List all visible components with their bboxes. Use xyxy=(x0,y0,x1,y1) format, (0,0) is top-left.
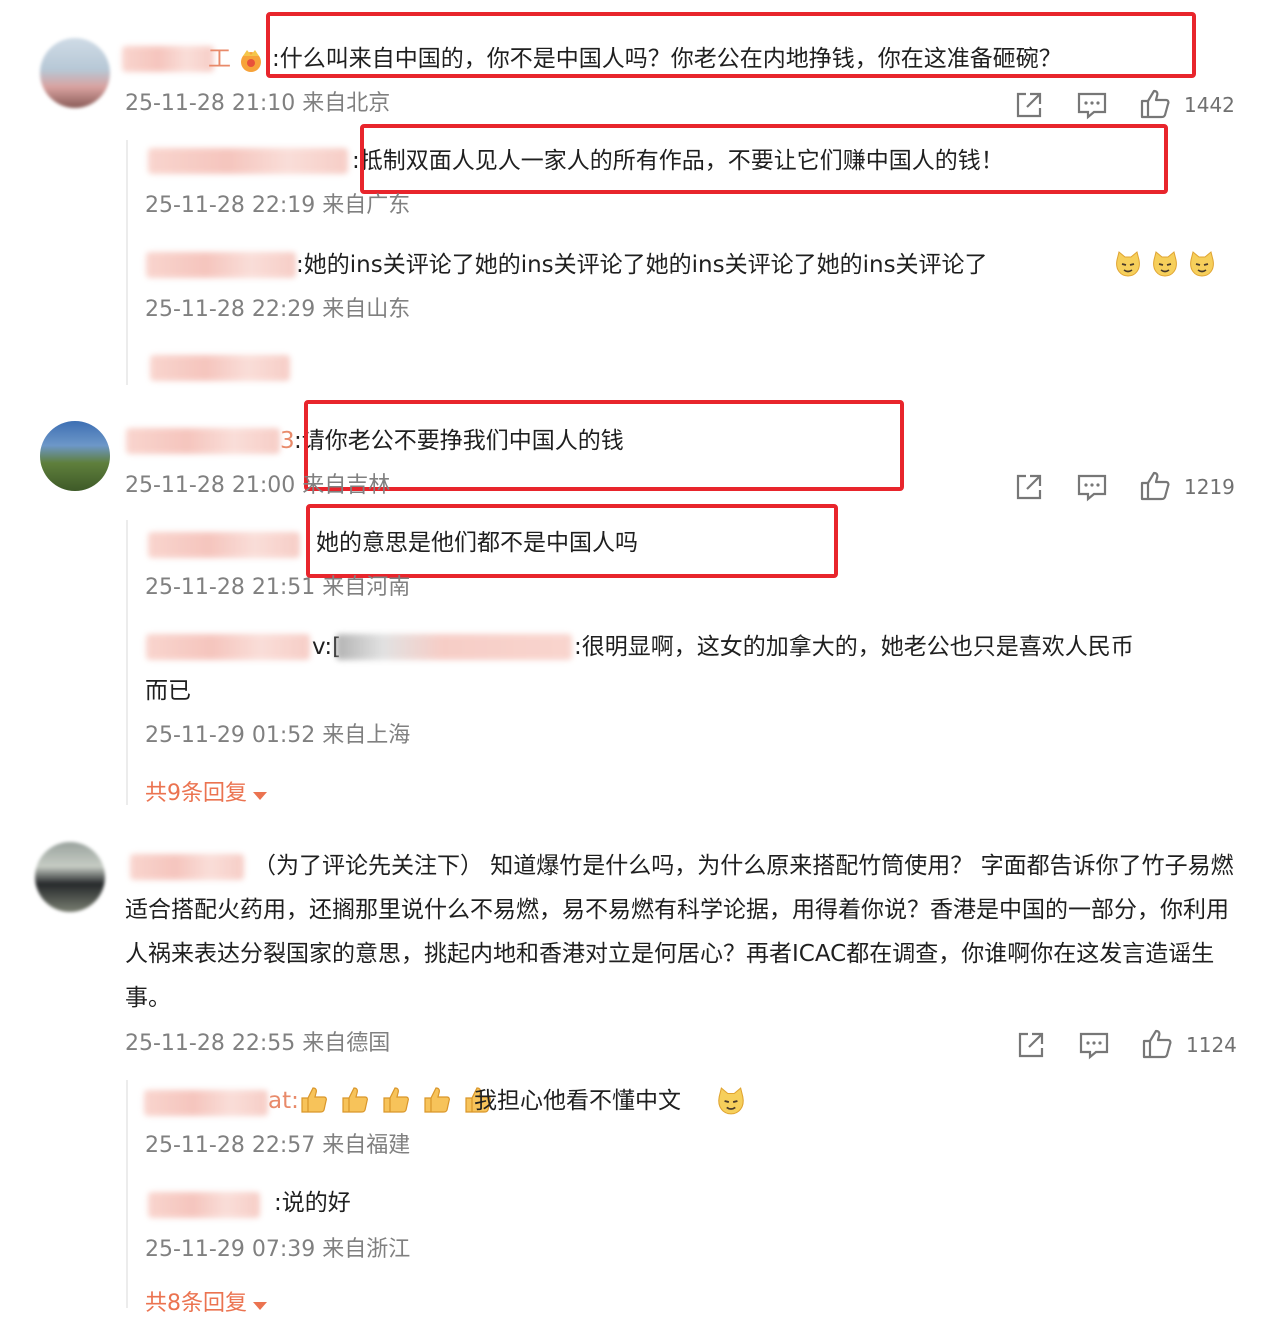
username-blurred[interactable] xyxy=(148,148,348,174)
highlight-box xyxy=(360,124,1168,194)
reply-mention-prefix: at: xyxy=(268,1088,299,1114)
comment-meta: 25-11-28 21:00 来自吉林 xyxy=(125,473,391,498)
cat-face-icon xyxy=(718,1087,744,1115)
like-count: 1442 xyxy=(1184,93,1235,117)
username-blurred[interactable] xyxy=(148,532,300,558)
reply-meta: 25-11-29 01:52 来自上海 xyxy=(145,723,411,748)
highlight-box xyxy=(306,504,838,578)
reply-text: 我担心他看不懂中文 xyxy=(474,1088,681,1114)
username-blurred[interactable] xyxy=(126,428,280,454)
thread-line xyxy=(126,1080,128,1308)
reply-text: :很明显啊，这女的加拿大的，她老公也只是喜欢人民币 xyxy=(574,634,1134,660)
like-icon[interactable] xyxy=(1138,469,1172,503)
thread-line xyxy=(126,140,128,385)
username-blurred[interactable] xyxy=(148,1192,260,1218)
username-suffix: 3 xyxy=(280,428,295,454)
cat-face-icon xyxy=(1153,251,1177,277)
avatar[interactable] xyxy=(35,842,105,912)
highlight-box xyxy=(266,12,1196,78)
comment-meta: 25-11-28 21:10 来自北京 xyxy=(125,91,391,116)
more-replies-label: 共9条回复 xyxy=(145,781,247,806)
reply-meta: 25-11-29 07:39 来自浙江 xyxy=(145,1237,411,1262)
emoji-row xyxy=(296,1084,496,1116)
caret-down-icon xyxy=(253,1301,267,1310)
reply-meta: 25-11-28 21:51 来自河南 xyxy=(145,575,411,600)
like-icon[interactable] xyxy=(1138,87,1172,121)
comment-meta: 25-11-28 22:55 来自德国 xyxy=(125,1031,391,1056)
emoji-row xyxy=(1112,250,1218,278)
more-replies-blurred[interactable] xyxy=(150,355,290,381)
reply-meta: 25-11-28 22:29 来自山东 xyxy=(145,297,411,322)
avatar[interactable] xyxy=(40,421,110,491)
username-blurred[interactable] xyxy=(146,252,296,278)
more-replies-link[interactable]: 共9条回复 xyxy=(145,780,267,808)
comment-icon[interactable] xyxy=(1075,470,1109,504)
avatar[interactable] xyxy=(40,38,110,108)
like-icon[interactable] xyxy=(1140,1027,1174,1061)
highlight-box xyxy=(304,400,904,491)
reply-meta: 25-11-28 22:57 来自福建 xyxy=(145,1133,411,1158)
reply-text: :她的ins关评论了她的ins关评论了她的ins关评论了她的ins关评论了 xyxy=(296,252,988,278)
cat-face-icon xyxy=(1190,251,1215,277)
caret-down-icon xyxy=(253,791,267,800)
thumbs-up-icon xyxy=(383,1087,410,1113)
more-replies-link[interactable]: 共8条回复 xyxy=(145,1290,267,1318)
comment-text: （为了评论先关注下） 知道爆竹是什么吗，为什么原来搭配竹筒使用？ 字面都告诉你了… xyxy=(125,853,1234,1011)
like-count: 1219 xyxy=(1184,475,1235,499)
thumbs-up-icon xyxy=(342,1087,369,1113)
comment-icon[interactable] xyxy=(1077,1028,1111,1062)
thread-line xyxy=(126,520,128,805)
share-icon[interactable] xyxy=(1012,88,1046,122)
username-suffix: 工 xyxy=(208,46,231,72)
mention-blurred[interactable] xyxy=(336,634,572,660)
crown-badge-icon xyxy=(241,50,261,72)
reply-text: :说的好 xyxy=(274,1190,351,1216)
share-icon[interactable] xyxy=(1014,1028,1048,1062)
thumbs-up-icon xyxy=(424,1087,451,1113)
more-replies-label: 共8条回复 xyxy=(145,1291,247,1316)
username-blurred[interactable] xyxy=(144,1090,268,1116)
reply-meta: 25-11-28 22:19 来自广东 xyxy=(145,193,411,218)
thumbs-up-icon xyxy=(301,1087,327,1113)
share-icon[interactable] xyxy=(1012,470,1046,504)
comment-icon[interactable] xyxy=(1075,88,1109,122)
cat-face-icon xyxy=(1116,251,1140,277)
like-count: 1124 xyxy=(1186,1033,1237,1057)
reply-text-continued: 而已 xyxy=(145,678,191,704)
username-blurred[interactable] xyxy=(122,46,214,72)
username-blurred[interactable] xyxy=(146,634,310,660)
